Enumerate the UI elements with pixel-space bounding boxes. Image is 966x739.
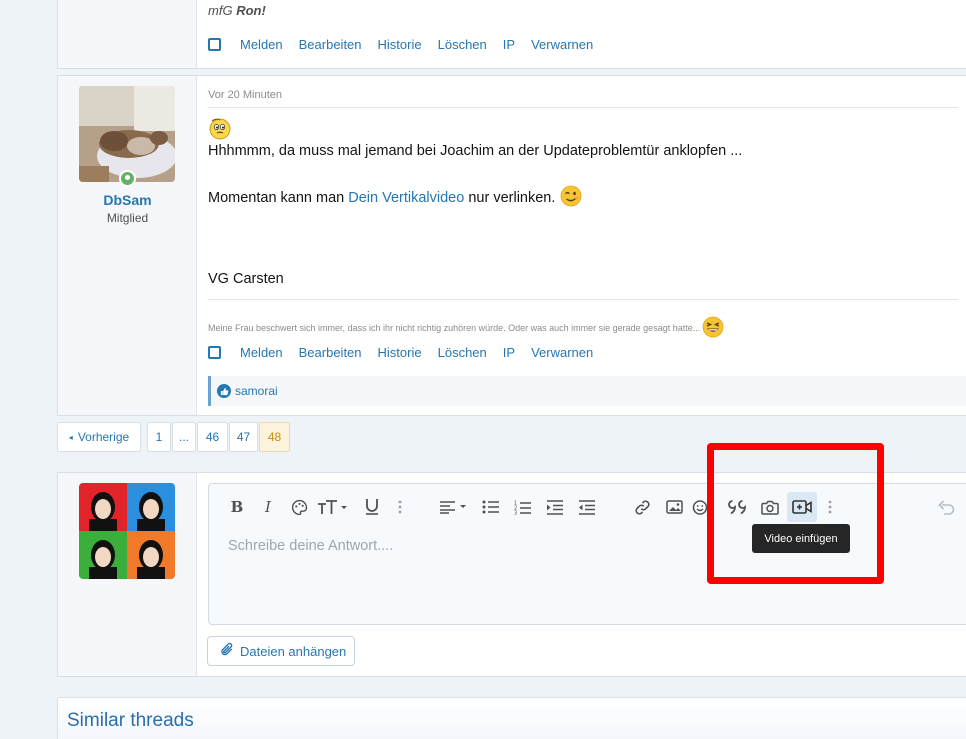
- user-title: Mitglied: [106, 211, 149, 225]
- reply-placeholder: Schreibe deine Antwort....: [228, 538, 394, 554]
- post-line-2: Momentan kann man Dein Vertikalvideo nur…: [208, 185, 966, 211]
- post-divider: [208, 107, 958, 108]
- outdent-icon[interactable]: [572, 492, 600, 522]
- post-user-cell: DbSam Mitglied: [58, 76, 197, 415]
- bold-icon[interactable]: B: [223, 492, 251, 522]
- signature-greeting: mfG: [208, 3, 233, 18]
- post-actions: Melden Bearbeiten Historie Löschen IP Ve…: [208, 345, 609, 360]
- report-link[interactable]: Melden: [240, 37, 283, 52]
- align-icon[interactable]: [437, 492, 471, 522]
- font-size-icon[interactable]: [315, 492, 351, 522]
- delete-link[interactable]: Löschen: [438, 37, 487, 52]
- link-icon[interactable]: [628, 492, 656, 522]
- image-icon[interactable]: [660, 492, 688, 522]
- username[interactable]: DbSam: [58, 192, 197, 208]
- pagination: ◂ Vorherige 1 ... 46 47 48: [57, 422, 291, 452]
- post-line-1: Hhhmmm, da muss mal jemand bei Joachim a…: [208, 143, 743, 159]
- smiley-icon[interactable]: [692, 492, 708, 522]
- post-line-2-end: nur verlinken.: [468, 190, 556, 206]
- history-link[interactable]: Historie: [378, 37, 422, 52]
- select-checkbox[interactable]: [208, 346, 221, 359]
- attach-files-label: Dateien anhängen: [240, 643, 347, 659]
- history-link[interactable]: Historie: [378, 345, 422, 360]
- page-link[interactable]: 1: [147, 422, 171, 452]
- avatar[interactable]: [79, 483, 175, 579]
- previous-post-signature: mfG Ron!: [208, 3, 266, 18]
- online-status-icon: [119, 170, 136, 187]
- similar-threads-block: Similar threads: [57, 697, 966, 739]
- laughing-emoji-icon: [702, 316, 724, 340]
- post-signature: Meine Frau beschwert sich immer, dass ic…: [208, 316, 966, 340]
- chevron-left-icon: ◂: [68, 432, 73, 442]
- paperclip-icon: [220, 642, 235, 660]
- svg-text:3: 3: [514, 510, 517, 515]
- post-line-2-text: Momentan kann man: [208, 190, 345, 206]
- post-dbsam: DbSam Mitglied Vor 20 Minuten Hhhmmm, da…: [57, 75, 966, 416]
- more-vertical-icon[interactable]: [386, 492, 414, 522]
- indent-icon[interactable]: [540, 492, 568, 522]
- vertical-video-link[interactable]: Dein Vertikalvideo: [348, 190, 464, 206]
- previous-post-user-cell: [58, 0, 197, 68]
- bullet-list-icon[interactable]: [476, 492, 504, 522]
- numbered-list-icon[interactable]: 123: [508, 492, 536, 522]
- attach-files-button[interactable]: Dateien anhängen: [207, 636, 355, 666]
- previous-page-button[interactable]: ◂ Vorherige: [57, 422, 141, 452]
- ip-link[interactable]: IP: [503, 37, 515, 52]
- ip-link[interactable]: IP: [503, 345, 515, 360]
- edit-link[interactable]: Bearbeiten: [299, 37, 362, 52]
- reply-user-cell: [58, 473, 197, 676]
- highlight-box: [707, 443, 884, 584]
- report-link[interactable]: Melden: [240, 345, 283, 360]
- palette-icon[interactable]: [285, 492, 313, 522]
- select-checkbox[interactable]: [208, 38, 221, 51]
- signature-text: Meine Frau beschwert sich immer, dass ic…: [208, 323, 701, 333]
- underline-icon[interactable]: [358, 492, 386, 522]
- warn-link[interactable]: Verwarnen: [531, 37, 593, 52]
- delete-link[interactable]: Löschen: [438, 345, 487, 360]
- page-link[interactable]: 47: [229, 422, 258, 452]
- signature-name: Ron!: [236, 3, 266, 18]
- warn-link[interactable]: Verwarnen: [531, 345, 593, 360]
- avatar[interactable]: [79, 86, 175, 182]
- previous-post: mfG Ron! Melden Bearbeiten Historie Lösc…: [57, 0, 966, 69]
- wink-emoji-icon: [560, 185, 582, 211]
- undo-icon[interactable]: [932, 492, 960, 522]
- like-icon: [217, 384, 231, 398]
- italic-icon[interactable]: I: [254, 492, 282, 522]
- previous-page-label: Vorherige: [77, 430, 130, 444]
- thinking-emoji-icon: [208, 116, 232, 145]
- current-page[interactable]: 48: [259, 422, 290, 452]
- reactions-bar[interactable]: samorai: [208, 376, 966, 406]
- edit-link[interactable]: Bearbeiten: [299, 345, 362, 360]
- post-closing: VG Carsten: [208, 271, 284, 287]
- signature-divider: [208, 299, 958, 300]
- reaction-user-link[interactable]: samorai: [235, 384, 278, 398]
- similar-threads-title: Similar threads: [67, 710, 194, 731]
- page-link[interactable]: 46: [197, 422, 228, 452]
- post-date[interactable]: Vor 20 Minuten: [208, 89, 966, 101]
- page-ellipsis[interactable]: ...: [172, 422, 196, 452]
- previous-post-actions: Melden Bearbeiten Historie Löschen IP Ve…: [208, 37, 609, 52]
